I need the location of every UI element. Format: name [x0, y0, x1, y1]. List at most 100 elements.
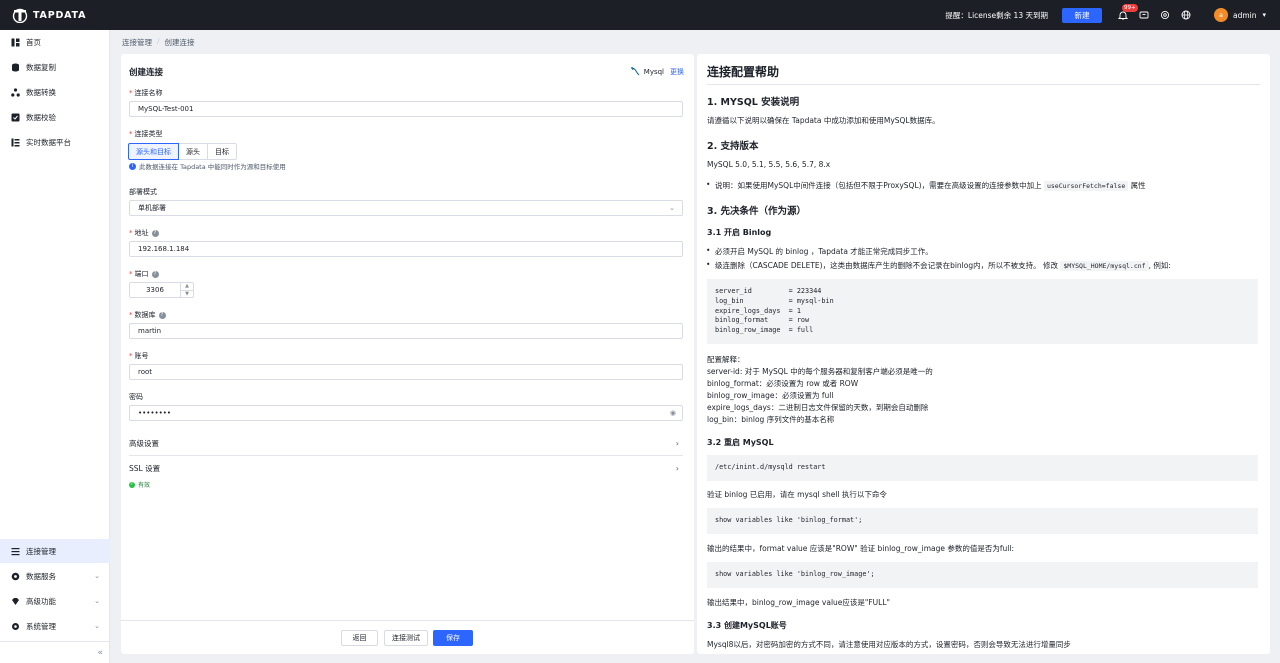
username[interactable]: admin — [1233, 11, 1257, 20]
connection-form: 创建连接 Mysql 更换 * 连接名称 MySQL-Test-001 * 连接类型… — [121, 54, 694, 654]
chevron-down-icon: ⌄ — [94, 597, 100, 605]
sidebar-item-label: 连接管理 — [26, 546, 56, 556]
user-label: * 账号 — [129, 352, 149, 360]
collapse-icon: « — [97, 647, 103, 658]
connection-type-selector: 源头和目标 源头 目标 — [128, 143, 237, 160]
help-text: binlog_row_image：必须设置为 full — [707, 391, 834, 400]
help-list-item: 必须开启 MySQL 的 binlog ，Tapdata 才能正常完成同步工作。 — [706, 246, 933, 257]
sidebar-item-data-replication[interactable]: 数据复制 — [0, 55, 110, 79]
transform-icon — [10, 87, 20, 97]
language-globe-icon[interactable] — [1181, 10, 1192, 21]
increment-icon[interactable]: ▲ — [181, 283, 193, 291]
code-block: show variables like 'binlog_row_image'; — [707, 562, 1258, 588]
settings-icon[interactable] — [1160, 10, 1171, 21]
sidebar-item-system[interactable]: 系统管理 ⌄ — [0, 614, 110, 638]
breadcrumb-item: 创建连接 — [164, 38, 195, 47]
sidebar-item-realtime-platform[interactable]: 实时数据平台 — [0, 130, 110, 154]
chevron-right-icon: › — [675, 463, 679, 473]
type-option-source-target[interactable]: 源头和目标 — [128, 143, 179, 160]
help-list-item: 级连删除（CASCADE DELETE)，这类由数据库产生的删除不会记录在bin… — [706, 260, 1171, 271]
back-button[interactable]: 返回 — [341, 630, 378, 646]
help-text: expire_logs_days：二进制日志文件保留的天数，到期会自动删除 — [707, 403, 929, 412]
type-option-source[interactable]: 源头 — [178, 143, 208, 160]
database-input[interactable]: martin — [129, 323, 683, 339]
mysql-dolphin-icon — [630, 66, 640, 78]
help-heading: 2. 支持版本 — [707, 141, 759, 152]
breadcrumb-item[interactable]: 连接管理 — [122, 37, 152, 48]
brand-logo[interactable]: TAPDATA — [12, 7, 86, 23]
sidebar-item-label: 数据服务 — [26, 571, 56, 581]
sidebar-item-label: 高级功能 — [26, 596, 56, 606]
code-block: show variables like 'binlog_format'; — [707, 508, 1258, 534]
help-icon[interactable]: ? — [151, 270, 159, 278]
help-text: server-id: 对于 MySQL 中的每个服务器和复制客户端必须是唯一的 — [707, 367, 933, 376]
inline-code: $MYSQL_HOME/mysql.cnf — [1060, 261, 1149, 271]
change-db-link[interactable]: 更换 — [670, 67, 684, 77]
sidebar-item-data-transform[interactable]: 数据转换 — [0, 80, 110, 104]
user-dropdown-chevron-icon[interactable]: ▾ — [1262, 11, 1266, 19]
test-connection-button[interactable]: 连接测试 — [384, 630, 428, 646]
brand-name: TAPDATA — [33, 9, 87, 21]
code-block: /etc/inint.d/mysqld restart — [707, 455, 1258, 481]
avatar[interactable]: a — [1213, 8, 1228, 22]
diamond-icon — [10, 596, 20, 606]
ssl-settings-toggle[interactable]: SSL 设置 › — [129, 456, 683, 480]
help-icon[interactable]: ? — [158, 311, 166, 319]
tapdata-logo-icon — [12, 8, 28, 23]
help-text: log_bin：binlog 序列文件的基本名称 — [707, 415, 835, 424]
new-button[interactable]: 新建 — [1061, 7, 1102, 23]
advanced-settings-toggle[interactable]: 高级设置 › — [129, 432, 683, 456]
help-panel: 连接配置帮助 1. MYSQL 安装说明 请遵循以下说明以确保在 Tapdata… — [697, 54, 1270, 654]
password-input[interactable]: •••••••• ◉ — [129, 405, 683, 421]
license-notice: 提醒：License剩余 13 天到期 — [945, 10, 1048, 20]
sidebar-item-data-service[interactable]: 数据服务 ⌄ — [0, 564, 110, 588]
port-value[interactable]: 3306 — [130, 286, 180, 294]
check-icon: ✓ — [129, 481, 135, 488]
connection-name-label: * 连接名称 — [129, 89, 163, 97]
help-subheading: 3.2 重启 MySQL — [707, 438, 774, 447]
decrement-icon[interactable]: ▼ — [181, 291, 193, 298]
password-label: 密码 — [129, 393, 143, 401]
help-text: 请遵循以下说明以确保在 Tapdata 中成功添加和使用MySQL数据库。 — [707, 116, 940, 125]
platform-icon — [10, 137, 20, 147]
sidebar-item-label: 实时数据平台 — [26, 137, 71, 147]
breadcrumb: 连接管理 / 创建连接 — [122, 37, 195, 48]
verify-icon — [10, 112, 20, 122]
chevron-right-icon: › — [675, 439, 679, 448]
host-input[interactable]: 192.168.1.184 — [129, 241, 683, 257]
list-icon — [10, 546, 20, 556]
sidebar-item-connections[interactable]: 连接管理 — [0, 539, 110, 563]
sidebar-item-label: 数据复制 — [26, 62, 56, 72]
gear-icon — [10, 621, 20, 631]
port-label: * 端口? — [129, 269, 159, 279]
help-text: 验证 binlog 已启用，请在 mysql shell 执行以下命令 — [707, 490, 887, 499]
type-option-target[interactable]: 目标 — [207, 143, 237, 160]
top-bar: TAPDATA 提醒：License剩余 13 天到期 新建 99+ a adm… — [0, 0, 1280, 30]
sidebar-collapse-button[interactable]: « — [0, 641, 110, 663]
user-input[interactable]: root — [129, 364, 683, 380]
help-icon[interactable]: ? — [151, 229, 159, 237]
sidebar: 首页 数据复制 数据转换 数据校验 实时数据平台 连接管理 数据服务 ⌄ 高级功… — [0, 30, 110, 663]
message-icon[interactable] — [1139, 10, 1150, 21]
host-label: * 地址? — [129, 228, 159, 238]
deploy-mode-select[interactable]: 单机部署 ⌄ — [129, 200, 683, 216]
help-text: 配置解释： — [707, 355, 745, 364]
help-list-item: 说明：如果使用MySQL中间件连接（包括但不限于ProxySQL)，需要在高级设… — [706, 180, 1146, 191]
sidebar-item-label: 首页 — [26, 37, 41, 47]
db-type-switch: Mysql 更换 — [630, 66, 684, 78]
bell-icon[interactable]: 99+ — [1118, 3, 1138, 21]
help-text: binlog_format：必须设置为 row 或者 ROW — [707, 379, 859, 388]
port-stepper[interactable]: 3306 ▲ ▼ — [129, 282, 194, 298]
save-button[interactable]: 保存 — [433, 630, 473, 646]
sidebar-item-advanced[interactable]: 高级功能 ⌄ — [0, 589, 110, 613]
sidebar-item-data-verify[interactable]: 数据校验 — [0, 105, 110, 129]
service-icon — [10, 571, 20, 581]
deploy-mode-label: 部署模式 — [129, 188, 157, 196]
database-icon — [10, 62, 20, 72]
sidebar-item-home[interactable]: 首页 — [0, 30, 110, 54]
help-heading: 3. 先决条件（作为源） — [707, 206, 807, 217]
connection-type-hint: i 此数据连接在 Tapdata 中能同时作为源和目标使用 — [129, 161, 286, 171]
eye-icon[interactable]: ◉ — [670, 409, 676, 417]
home-icon — [10, 37, 20, 47]
connection-name-input[interactable]: MySQL-Test-001 — [129, 101, 683, 117]
